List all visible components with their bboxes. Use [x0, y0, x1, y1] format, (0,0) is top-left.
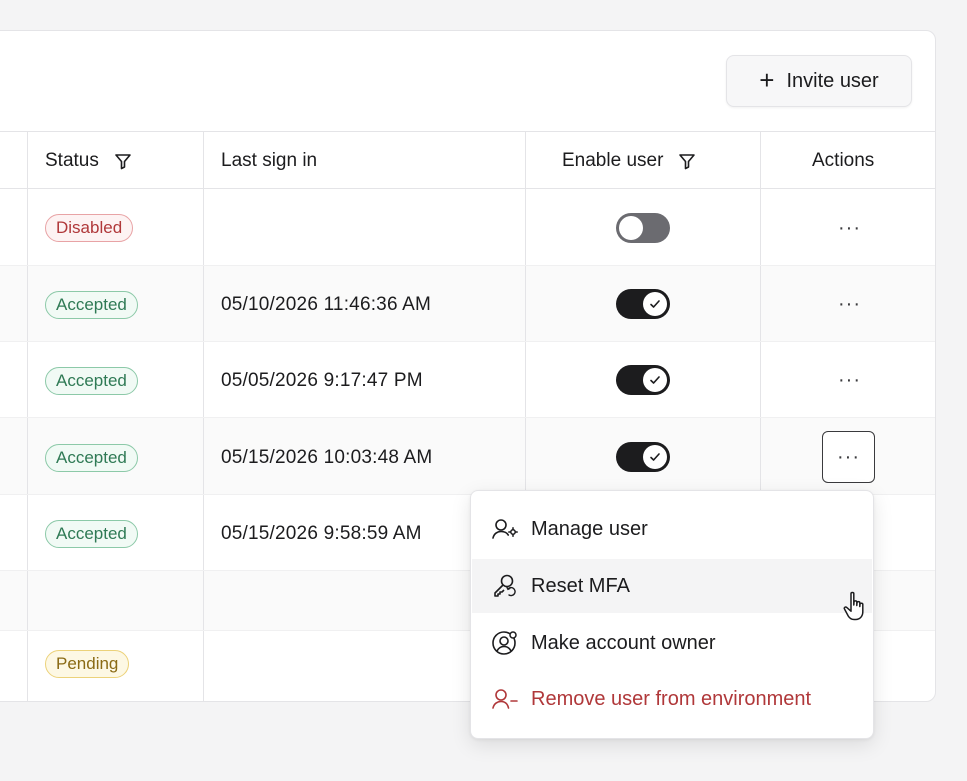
enable-user-filter-icon[interactable] — [677, 151, 697, 171]
toggle-knob — [643, 292, 667, 316]
invite-user-button[interactable]: + Invite user — [726, 55, 912, 107]
status-badge: Accepted — [45, 367, 138, 395]
menu-item-make-account-owner[interactable]: Make account owner — [472, 616, 872, 670]
actions-header-label: Actions — [812, 150, 875, 171]
status-badge: Accepted — [45, 444, 138, 472]
last-sign-in-value: 05/05/2026 9:17:47 PM — [221, 370, 423, 391]
toggle-knob — [619, 216, 643, 240]
column-header-actions: Actions — [812, 132, 874, 190]
menu-item-label: Reset MFA — [531, 574, 630, 597]
user-badge-icon — [491, 629, 519, 657]
column-header-enable-user: Enable user — [562, 132, 697, 190]
status-badge: Pending — [45, 650, 130, 678]
menu-item-reset-mfa[interactable]: Reset MFA — [472, 559, 872, 613]
menu-item-remove-user[interactable]: Remove user from environment — [472, 672, 872, 726]
row-actions-button[interactable]: ··· — [838, 294, 861, 314]
enable-user-toggle[interactable] — [616, 365, 670, 395]
row-actions-button[interactable]: ··· — [838, 218, 861, 238]
enable-user-header-label: Enable user — [562, 150, 664, 171]
row-actions-button-active[interactable]: ··· — [822, 431, 875, 483]
hand-pointer-icon — [842, 590, 870, 629]
last-sign-in-header-label: Last sign in — [221, 150, 318, 171]
status-badge: Accepted — [45, 291, 138, 319]
status-badge: Disabled — [45, 214, 134, 242]
table-row: Accepted 05/10/2026 11:46:36 AM ··· — [0, 266, 935, 342]
row-actions-button[interactable]: ··· — [838, 370, 861, 390]
menu-item-label: Make account owner — [531, 631, 716, 654]
column-header-status: Status — [45, 132, 133, 190]
toggle-knob — [643, 368, 667, 392]
last-sign-in-value: 05/15/2026 9:58:59 AM — [221, 523, 422, 544]
check-icon — [650, 376, 660, 384]
enable-user-toggle[interactable] — [616, 442, 670, 472]
user-gear-icon — [491, 515, 519, 543]
status-header-label: Status — [45, 150, 99, 171]
plus-icon: + — [759, 64, 775, 95]
enable-user-toggle[interactable] — [616, 289, 670, 319]
status-badge: Accepted — [45, 520, 138, 548]
table-row: Accepted 05/15/2026 10:03:48 AM ··· — [0, 418, 935, 495]
check-icon — [650, 300, 660, 308]
menu-item-label: Manage user — [531, 517, 648, 540]
column-header-last-sign-in: Last sign in — [221, 132, 317, 190]
table-row: Accepted 05/05/2026 9:17:47 PM ··· — [0, 342, 935, 418]
user-minus-icon — [491, 685, 519, 713]
invite-user-label: Invite user — [786, 69, 879, 92]
key-reset-icon — [491, 572, 519, 600]
enable-user-toggle[interactable] — [616, 213, 670, 243]
last-sign-in-value: 05/15/2026 10:03:48 AM — [221, 447, 433, 468]
toggle-knob — [643, 445, 667, 469]
row-actions-menu: Manage user Reset MFA Make account owner… — [470, 490, 874, 739]
status-filter-icon[interactable] — [113, 151, 133, 171]
check-icon — [650, 453, 660, 461]
table-row: Disabled ··· — [0, 189, 935, 266]
menu-item-label: Remove user from environment — [531, 687, 812, 710]
menu-item-manage-user[interactable]: Manage user — [472, 502, 872, 556]
last-sign-in-value: 05/10/2026 11:46:36 AM — [221, 294, 432, 315]
table-header-row: Status Last sign in Enable user Actions — [0, 131, 935, 190]
